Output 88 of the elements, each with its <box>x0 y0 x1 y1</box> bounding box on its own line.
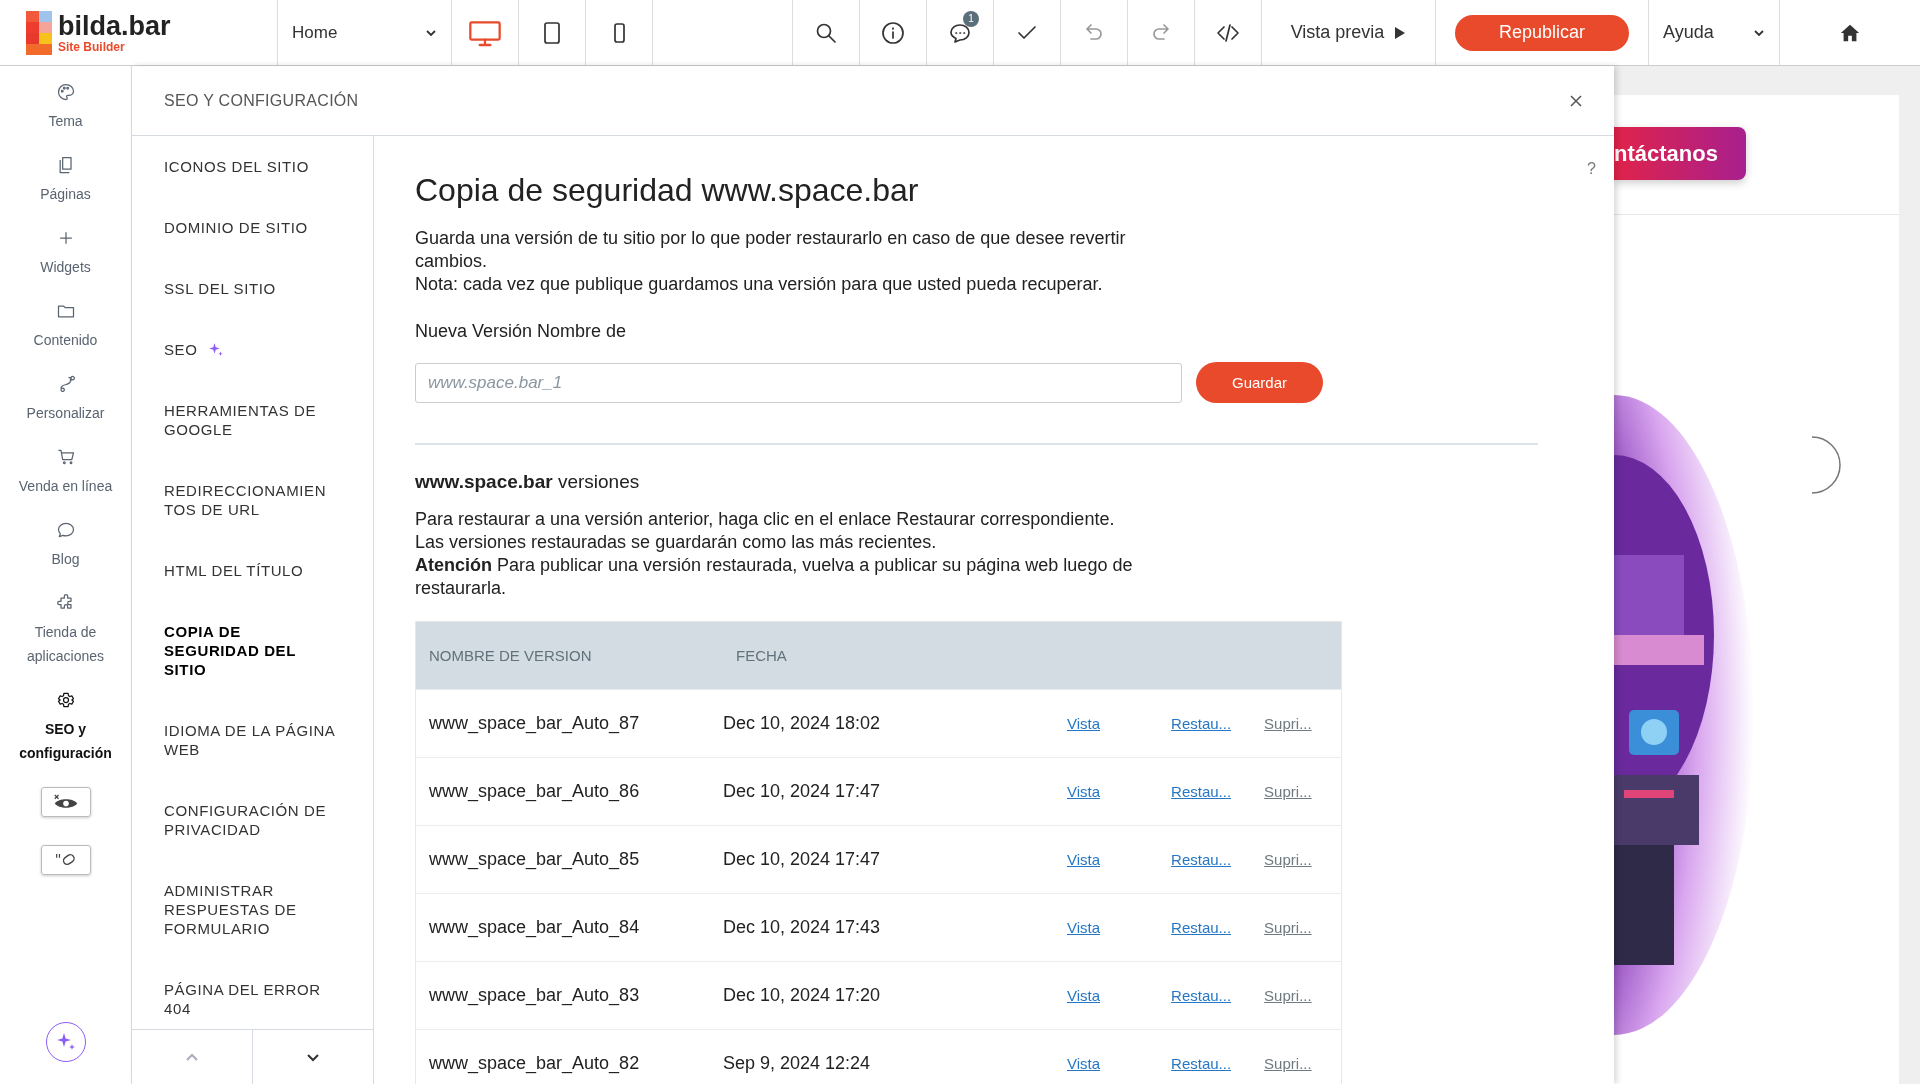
close-button[interactable] <box>1568 92 1584 109</box>
restore-link[interactable]: Restau... <box>1171 987 1232 1004</box>
notification-badge: 1 <box>963 11 979 27</box>
info-icon <box>881 20 905 45</box>
section-heading: www.space.bar versiones <box>415 471 641 493</box>
delete-link[interactable]: Supri... <box>1264 1055 1312 1072</box>
table-cell-text: Sep 9, 2024 12:24 <box>723 1053 872 1074</box>
view-link[interactable]: Vista <box>1067 919 1101 936</box>
delete-link[interactable]: Supri... <box>1264 783 1312 800</box>
table-cell-text: Dec 10, 2024 17:43 <box>723 917 882 938</box>
table-cell-text: Dec 10, 2024 17:20 <box>723 985 882 1006</box>
delete-link[interactable]: Supri... <box>1264 851 1312 868</box>
view-link[interactable]: Vista <box>1067 987 1101 1004</box>
chevron-down-icon <box>306 1052 320 1062</box>
settings-menu-item[interactable]: PÁGINA DEL ERROR 404 <box>164 959 342 1029</box>
play-icon <box>1394 25 1407 40</box>
table-cell-text: www_space_bar_Auto_86 <box>428 781 641 802</box>
restore-link[interactable]: Restau... <box>1171 783 1232 800</box>
page-dropdown[interactable]: Home <box>278 0 452 65</box>
help-link[interactable]: ? <box>1587 160 1596 178</box>
settings-menu-item[interactable]: ADMINISTRAR RESPUESTAS DE FORMULARIO <box>164 860 342 959</box>
panel-title: SEO Y CONFIGURACIÓN <box>164 91 359 110</box>
view-link[interactable]: Vista <box>1067 851 1101 868</box>
sidebar-item[interactable]: Contenido <box>0 301 131 374</box>
help-dropdown[interactable]: Ayuda <box>1649 0 1780 65</box>
column-header: NOMBRE DE VERSION <box>428 647 593 664</box>
description-text: Guarda una versión de tu sitio por lo que poder restaurarlo en caso de que desee revertir cambios. <box>415 227 1127 273</box>
speech-bubble-icon <box>55 520 76 540</box>
sidebar-item[interactable]: Tema <box>0 82 131 155</box>
sidebar-item[interactable]: SEO y configuración <box>0 690 131 787</box>
settings-menu-item[interactable]: CONFIGURACIÓN DE PRIVACIDAD <box>164 780 342 860</box>
table-cell-text: www_space_bar_Auto_84 <box>428 917 641 938</box>
sidebar-item[interactable]: Blog <box>0 520 131 593</box>
view-link[interactable]: Vista <box>1067 715 1101 732</box>
sidebar-item[interactable]: Tienda de aplicaciones <box>0 593 131 690</box>
logo-icon <box>26 10 52 55</box>
sidebar-item[interactable]: Personalizar <box>0 374 131 447</box>
settings-menu-item[interactable]: HERRAMIENTAS DE GOOGLE <box>164 380 342 460</box>
table-cell-text: www_space_bar_Auto_85 <box>428 849 641 870</box>
settings-menu-item[interactable]: DOMINIO DE SITIO <box>164 197 308 258</box>
field-label: Nueva Versión Nombre de <box>415 321 628 342</box>
chevron-up-icon <box>185 1052 199 1062</box>
description-text: Nota: cada vez que publique guardamos una versión para que usted pueda recuperar. <box>415 273 1104 296</box>
eraser-button[interactable] <box>40 845 91 875</box>
delete-link[interactable]: Supri... <box>1264 919 1312 936</box>
table-cell-text: Dec 10, 2024 18:02 <box>723 713 882 734</box>
logo-name: bilda.bar <box>58 12 171 40</box>
caret-icon <box>1753 28 1765 37</box>
preview-button[interactable]: Vista previa <box>1262 0 1436 65</box>
settings-menu-item[interactable]: IDIOMA DE LA PÁGINA WEB <box>164 700 342 780</box>
hide-elements-button[interactable] <box>40 787 91 817</box>
settings-menu-item[interactable]: HTML DEL TÍTULO <box>164 540 304 601</box>
restore-link[interactable]: Restau... <box>1171 851 1232 868</box>
contact-button[interactable]: ntáctanos <box>1614 127 1746 180</box>
instruction-text: Las versiones restauradas se guardarán como las más recientes. <box>415 531 938 554</box>
settings-menu-item[interactable]: SSL DEL SITIO <box>164 258 276 319</box>
save-button[interactable]: Guardar <box>1196 362 1323 403</box>
view-link[interactable]: Vista <box>1067 1055 1101 1072</box>
table-cell-text: Dec 10, 2024 17:47 <box>723 781 882 802</box>
settings-menu-item[interactable]: ICONOS DEL SITIO <box>164 136 309 197</box>
caret-icon <box>425 28 437 37</box>
version-name-field[interactable]: www.space.bar_1 <box>415 362 1182 403</box>
settings-menu-item[interactable]: COPIA DE SEGURIDAD DEL SITIO <box>164 601 314 700</box>
view-link[interactable]: Vista <box>1067 783 1101 800</box>
instruction-text: Para restaurar a una versión anterior, haga clic en el enlace Restaurar correspondiente. <box>415 508 1116 531</box>
page-title: Copia de seguridad www.space.bar <box>415 172 920 209</box>
instruction-text: Atención Para publicar una versión restaurada, vuelva a publicar su página web luego de restaurarla. <box>415 554 1134 600</box>
settings-icon <box>55 690 76 710</box>
settings-menu-item[interactable]: SEO <box>164 319 226 380</box>
comments-button[interactable]: 1 <box>927 0 994 65</box>
table-cell-text: www_space_bar_Auto_83 <box>428 985 641 1006</box>
table-cell-text: www_space_bar_Auto_82 <box>428 1053 641 1074</box>
settings-menu-item[interactable]: REDIRECCIONAMIEN TOS DE URL <box>164 460 342 540</box>
palette-icon <box>55 82 76 102</box>
republish-button[interactable]: Republicar <box>1455 14 1629 51</box>
restore-link[interactable]: Restau... <box>1171 715 1232 732</box>
close-icon <box>1570 94 1582 107</box>
column-header: FECHA <box>735 647 788 664</box>
restore-link[interactable]: Restau... <box>1171 1055 1232 1072</box>
sidebar-item[interactable]: Venda en línea <box>0 447 131 520</box>
logo-tagline: Site Builder <box>58 40 126 53</box>
delete-link[interactable]: Supri... <box>1264 987 1312 1004</box>
table-cell-text: www_space_bar_Auto_87 <box>428 713 641 734</box>
sidebar-item[interactable]: Páginas <box>0 155 131 228</box>
restore-link[interactable]: Restau... <box>1171 919 1232 936</box>
table-cell-text: Dec 10, 2024 17:47 <box>723 849 882 870</box>
delete-link[interactable]: Supri... <box>1264 715 1312 732</box>
sidebar-item[interactable]: Widgets <box>0 228 131 301</box>
